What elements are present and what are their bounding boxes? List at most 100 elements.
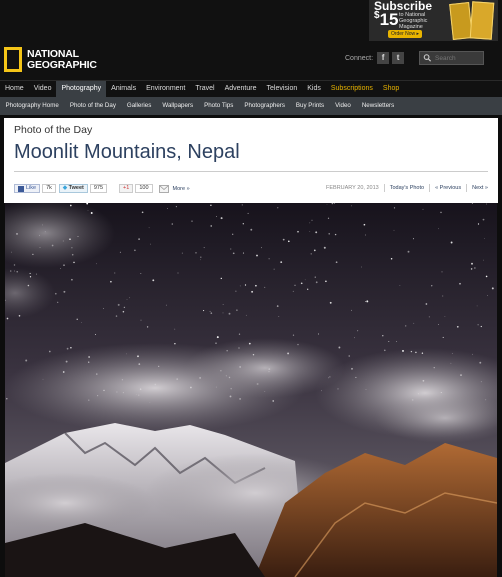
previous-link[interactable]: « Previous: [435, 185, 461, 191]
natgeo-logo[interactable]: NATIONAL GEOGRAPHIC: [4, 47, 97, 72]
star: [331, 203, 333, 205]
star: [244, 284, 247, 286]
subnav-photographers[interactable]: Photographers: [239, 97, 291, 115]
star: [138, 238, 140, 240]
subnav-photo-of-the-day[interactable]: Photo of the Day: [64, 97, 121, 115]
star: [122, 310, 125, 313]
star: [126, 299, 128, 300]
divider: [383, 184, 385, 192]
star: [6, 317, 9, 320]
subnav-photography-home[interactable]: Photography Home: [0, 97, 64, 115]
nav-kids[interactable]: Kids: [302, 81, 326, 97]
search-icon[interactable]: [423, 53, 432, 63]
star: [129, 297, 131, 299]
page-title: Moonlit Mountains, Nepal: [14, 141, 240, 163]
search-input[interactable]: [435, 54, 483, 62]
magazine-cover-icon: [469, 1, 495, 40]
tweet-button[interactable]: ◆ Tweet: [58, 184, 88, 193]
mountain-photo: [5, 203, 497, 577]
star: [232, 233, 234, 235]
star: [441, 271, 443, 273]
star: [288, 240, 290, 243]
star: [277, 207, 279, 209]
facebook-like-button[interactable]: Like: [14, 184, 41, 193]
star: [440, 211, 442, 214]
subnav-newsletters[interactable]: Newsletters: [356, 97, 399, 115]
star: [220, 217, 223, 220]
star: [242, 223, 244, 225]
nav-television[interactable]: Television: [262, 81, 303, 97]
star: [480, 325, 482, 328]
plus-one-button[interactable]: +1: [119, 184, 134, 193]
star: [357, 330, 359, 332]
subnav-galleries[interactable]: Galleries: [121, 97, 156, 115]
star: [76, 318, 78, 320]
star: [326, 204, 328, 205]
star: [384, 349, 386, 352]
subnav-wallpapers[interactable]: Wallpapers: [157, 97, 199, 115]
star: [351, 309, 352, 311]
star: [450, 241, 453, 244]
tweet-label: Tweet: [68, 185, 84, 191]
star: [477, 223, 480, 225]
star: [405, 325, 407, 327]
star: [247, 212, 249, 214]
subnav-video[interactable]: Video: [330, 97, 357, 115]
star: [66, 347, 69, 350]
photo-of-the-day-image[interactable]: [5, 203, 497, 577]
star: [388, 341, 390, 343]
todays-photo-link[interactable]: Today's Photo: [390, 185, 424, 191]
star: [203, 310, 205, 312]
nav-environment[interactable]: Environment: [141, 81, 190, 97]
subscribe-promo[interactable]: Subscribe $15 to National Geographic Mag…: [369, 0, 498, 41]
star: [102, 307, 105, 310]
star: [425, 303, 428, 305]
star: [456, 325, 459, 328]
nav-home[interactable]: Home: [0, 81, 29, 97]
star: [294, 284, 296, 286]
star: [438, 324, 439, 325]
primary-nav: Home Video Photography Animals Environme…: [0, 80, 502, 97]
star: [54, 292, 57, 295]
more-share-link[interactable]: More »: [173, 186, 190, 192]
star: [117, 303, 120, 306]
star: [175, 206, 177, 208]
star: [235, 290, 237, 292]
star: [210, 312, 213, 314]
star: [325, 280, 327, 283]
star: [444, 316, 446, 318]
star: [438, 228, 439, 230]
facebook-icon[interactable]: f: [377, 52, 390, 64]
divider: [466, 184, 468, 192]
next-link[interactable]: Next »: [472, 185, 488, 191]
nav-travel[interactable]: Travel: [190, 81, 219, 97]
star: [222, 303, 224, 305]
star: [396, 341, 397, 342]
star: [329, 301, 332, 304]
nav-subscriptions[interactable]: Subscriptions: [326, 81, 378, 97]
search-box[interactable]: [419, 51, 484, 65]
star: [351, 205, 352, 207]
star: [6, 397, 8, 400]
star: [195, 252, 197, 254]
nav-photography[interactable]: Photography: [56, 81, 107, 97]
star: [278, 316, 280, 317]
nav-animals[interactable]: Animals: [106, 81, 141, 97]
star: [148, 227, 150, 229]
twitter-icon[interactable]: t: [392, 52, 405, 64]
subnav-photo-tips[interactable]: Photo Tips: [199, 97, 239, 115]
subnav-buy-prints[interactable]: Buy Prints: [290, 97, 329, 115]
star: [431, 285, 433, 287]
star: [216, 216, 217, 217]
star: [297, 230, 299, 233]
star: [239, 285, 241, 287]
star: [236, 309, 238, 311]
email-icon[interactable]: [158, 184, 169, 193]
star: [491, 287, 494, 290]
nav-shop[interactable]: Shop: [378, 81, 404, 97]
star: [393, 207, 396, 209]
star: [300, 282, 303, 285]
promo-order-button[interactable]: Order Now ▸: [388, 30, 422, 38]
nav-adventure[interactable]: Adventure: [220, 81, 262, 97]
nav-video[interactable]: Video: [29, 81, 57, 97]
